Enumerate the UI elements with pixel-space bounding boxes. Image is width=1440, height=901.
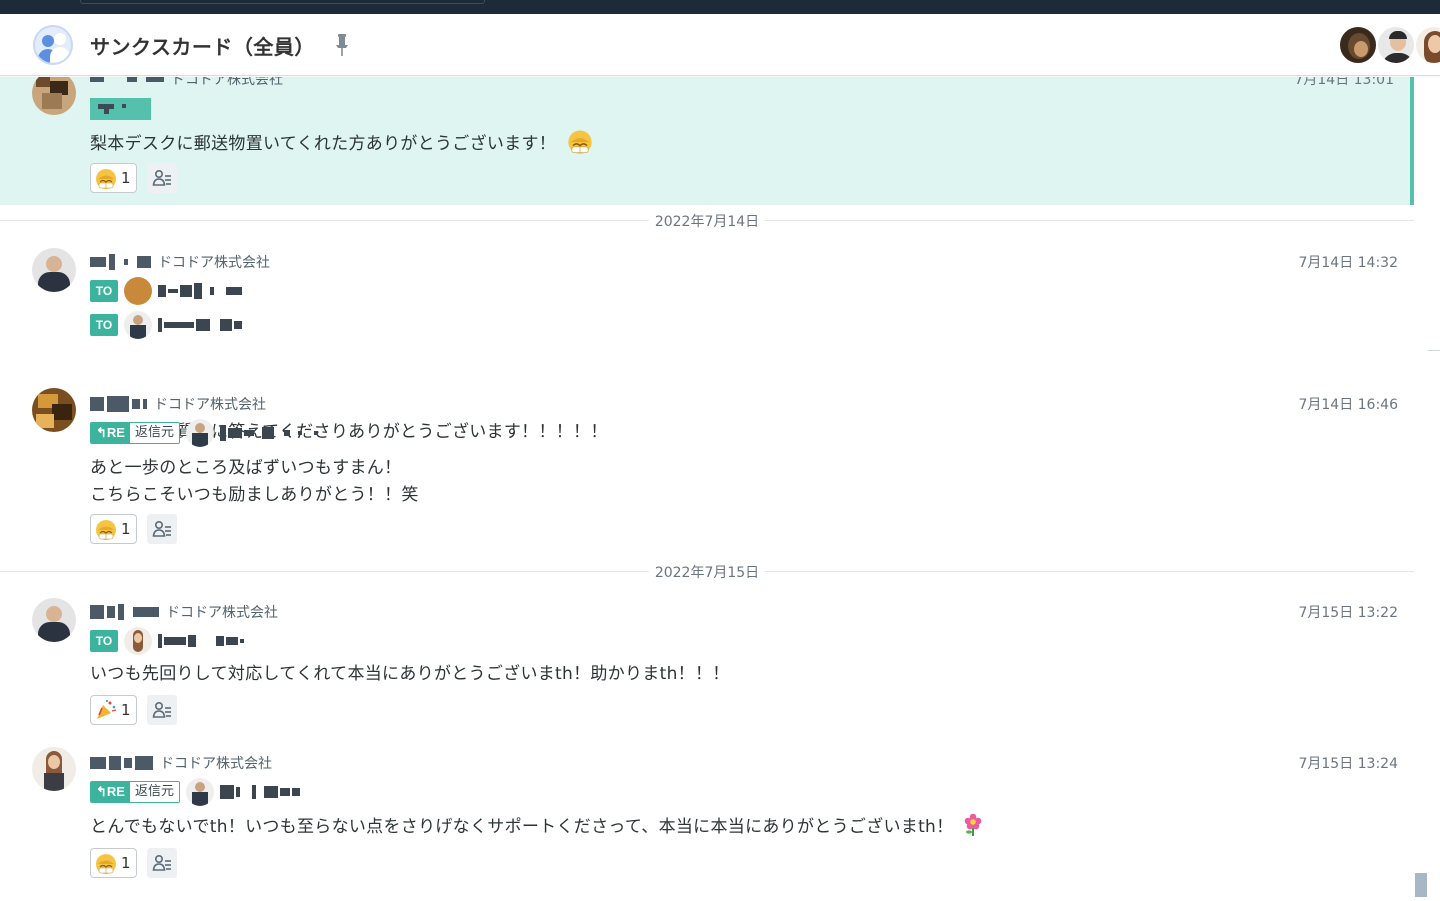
scrollbar-track[interactable]	[1428, 77, 1440, 901]
avatar[interactable]	[32, 248, 76, 292]
window-top-bar	[0, 0, 1440, 14]
message-time: 7月15日 13:24	[1298, 756, 1398, 772]
to-line: TO	[90, 277, 244, 305]
sender-name-redacted	[90, 603, 162, 621]
grimace-face-icon	[566, 127, 594, 155]
pin-icon[interactable]	[334, 32, 350, 58]
reply-source: 返信元	[129, 423, 179, 443]
sender-info: ドコドア株式会社	[90, 77, 283, 89]
reply-line: ↰RE 返信元	[90, 419, 320, 447]
message-timeline[interactable]: ドコドア株式会社 7月14日 13:01 梨本デスクに郵送物置いてくれた方ありが…	[0, 77, 1414, 901]
to-badge: TO	[90, 630, 118, 652]
flower-icon	[961, 813, 985, 837]
message-time: 7月14日 13:01	[1294, 77, 1394, 88]
sender-name-redacted	[90, 77, 167, 88]
reaction-users-icon[interactable]	[146, 848, 177, 878]
redacted-mention	[90, 98, 151, 120]
date-label: 2022年7月14日	[648, 211, 766, 231]
browser-tab-edge[interactable]	[80, 0, 485, 4]
message-time: 7月15日 13:22	[1298, 605, 1398, 621]
room-members[interactable]	[1338, 25, 1440, 65]
sender-info: ドコドア株式会社	[90, 753, 272, 773]
scrollbar-divider	[1428, 350, 1440, 351]
sender-company: ドコドア株式会社	[166, 605, 278, 621]
group-icon[interactable]	[33, 25, 73, 65]
to-badge: TO	[90, 314, 118, 336]
to-line: TO	[90, 311, 244, 339]
reaction-users-icon[interactable]	[146, 695, 177, 725]
reply-badge[interactable]: ↰RE 返信元	[90, 422, 180, 444]
recipient-name-redacted	[158, 282, 244, 300]
reaction-button[interactable]: 1	[90, 848, 137, 878]
member-avatar[interactable]	[1338, 25, 1378, 65]
grimace-face-icon	[94, 517, 118, 541]
recipient-name-redacted	[158, 316, 244, 334]
recipient-avatar	[124, 311, 152, 339]
reaction-bar: 1	[90, 163, 177, 193]
reply-source: 返信元	[129, 782, 179, 802]
reaction-count: 1	[121, 854, 131, 872]
reaction-count: 1	[121, 169, 131, 187]
date-separator: 2022年7月14日	[0, 211, 1414, 231]
sender-name-redacted	[90, 253, 154, 271]
sender-name-redacted	[90, 754, 156, 772]
reply-target-name-redacted	[219, 424, 320, 442]
avatar[interactable]	[32, 598, 76, 642]
reply-target-avatar	[185, 419, 214, 447]
avatar[interactable]	[32, 77, 76, 115]
avatar[interactable]	[32, 388, 76, 432]
grimace-face-icon	[94, 166, 118, 190]
reply-arrow-icon: ↰RE	[91, 423, 130, 443]
sender-name-redacted	[90, 395, 150, 413]
reaction-users-icon[interactable]	[146, 514, 177, 544]
reply-arrow-icon: ↰RE	[91, 782, 130, 802]
message-text: 梨本デスクに郵送物置いてくれた方ありがとうございます！	[90, 127, 594, 155]
recipient-avatar	[124, 277, 152, 305]
message-time: 7月14日 14:32	[1298, 255, 1398, 271]
reaction-button[interactable]: 1	[90, 163, 137, 193]
party-popper-icon	[94, 698, 118, 722]
reaction-count: 1	[121, 701, 131, 719]
reply-target-avatar	[185, 778, 214, 806]
reaction-count: 1	[121, 520, 131, 538]
reaction-bar: 1	[90, 514, 177, 544]
date-separator: 2022年7月15日	[0, 562, 1414, 582]
reaction-button[interactable]: 1	[90, 695, 137, 725]
member-avatar[interactable]	[1376, 25, 1416, 65]
reply-target-name-redacted	[219, 783, 302, 801]
room-title: サンクスカード（全員）	[90, 35, 315, 59]
recipient-avatar	[124, 627, 152, 655]
message-text: こちらこそいつも励ましありがとう！！笑	[90, 485, 419, 505]
message-text: とんでもないでth！いつも至らない点をさりげなくサポートくださって、本当に本当に…	[90, 812, 985, 837]
sender-company: ドコドア株式会社	[160, 756, 272, 772]
reply-line: ↰RE 返信元	[90, 778, 302, 806]
message-text: あと一歩のところ及ばずいつもすまん！	[90, 458, 402, 478]
date-label: 2022年7月15日	[648, 562, 766, 582]
recipient-name-redacted	[158, 632, 246, 650]
sender-info: ドコドア株式会社	[90, 252, 270, 272]
room-header: サンクスカード（全員）	[0, 14, 1440, 76]
message-text: いつも先回りして対応してくれて本当にありがとうございまth！助かりまth！！！	[90, 664, 730, 684]
avatar[interactable]	[32, 747, 76, 791]
reaction-bar: 1	[90, 848, 177, 878]
sender-company: ドコドア株式会社	[154, 397, 266, 413]
reply-badge[interactable]: ↰RE 返信元	[90, 781, 180, 803]
sender-company: ドコドア株式会社	[171, 77, 283, 88]
scrollbar-thumb[interactable]	[1415, 873, 1427, 897]
sender-company: ドコドア株式会社	[158, 255, 270, 271]
reaction-users-icon[interactable]	[146, 163, 177, 193]
sender-info: ドコドア株式会社	[90, 394, 266, 414]
to-line: TO	[90, 627, 246, 655]
grimace-face-icon	[94, 851, 118, 875]
to-badge: TO	[90, 280, 118, 302]
reaction-bar: 1	[90, 695, 177, 725]
highlighted-message[interactable]: ドコドア株式会社 7月14日 13:01 梨本デスクに郵送物置いてくれた方ありが…	[0, 77, 1414, 205]
member-avatar[interactable]	[1414, 25, 1440, 65]
sender-info: ドコドア株式会社	[90, 602, 278, 622]
reaction-button[interactable]: 1	[90, 514, 137, 544]
message-time: 7月14日 16:46	[1298, 397, 1398, 413]
